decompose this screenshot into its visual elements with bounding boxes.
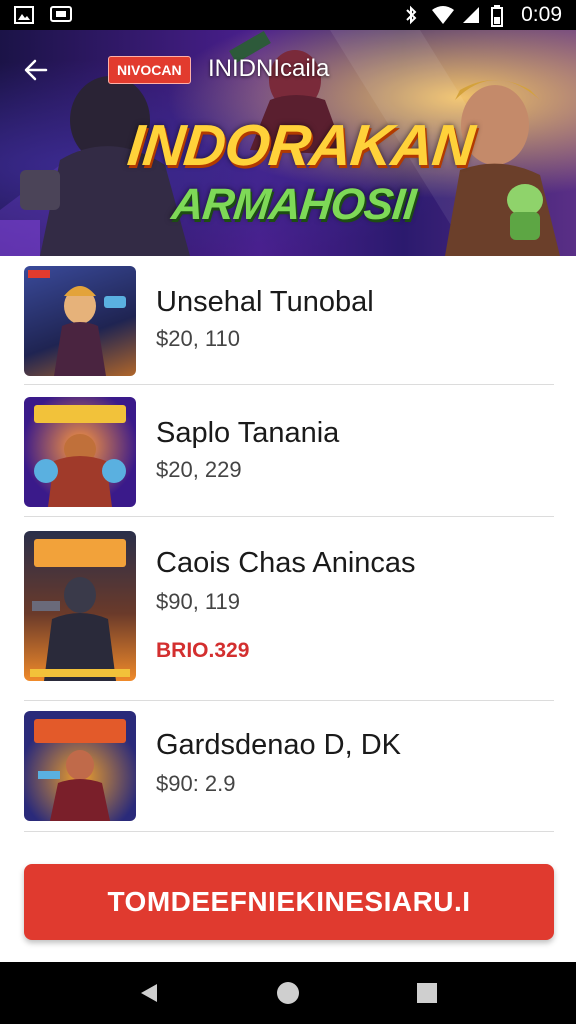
status-bar: 0:09 bbox=[0, 0, 576, 30]
item-price: $20, 110 bbox=[156, 326, 241, 351]
item-price: $20, 229 bbox=[156, 457, 242, 482]
hero-banner: NIVOCAN INIDNIcaila INDORAKAN ARMAHOSII bbox=[0, 30, 576, 256]
navigation-bar bbox=[0, 962, 576, 1024]
item-thumbnail bbox=[24, 266, 136, 376]
gallery-icon bbox=[14, 5, 34, 25]
nav-home-button[interactable] bbox=[268, 973, 308, 1013]
home-circle-icon bbox=[276, 982, 299, 1004]
list-item[interactable]: Caois Chas Anincas $90, 119 BRIO.329 bbox=[24, 517, 554, 701]
nav-recents-button[interactable] bbox=[407, 973, 447, 1013]
status-time: 0:09 bbox=[521, 3, 562, 26]
battery-icon bbox=[491, 5, 511, 27]
item-name: Unsehal Tunobal bbox=[156, 286, 374, 318]
banner-tag: NIVOCAN bbox=[108, 56, 191, 84]
cellular-icon bbox=[461, 5, 481, 25]
list-item[interactable]: Gardsdenao D, DK $90: 2.9 bbox=[24, 701, 554, 832]
list-item[interactable]: Unsehal Tunobal $20, 110 bbox=[24, 256, 554, 385]
primary-action-button[interactable]: TOMDEEFNIEKINESIARU.I bbox=[24, 864, 554, 940]
back-triangle-icon bbox=[141, 984, 158, 1002]
item-name: Saplo Tanania bbox=[156, 417, 340, 449]
item-thumbnail bbox=[24, 711, 136, 821]
item-thumbnail bbox=[24, 397, 136, 507]
bluetooth-icon bbox=[401, 5, 421, 25]
item-thumbnail bbox=[24, 531, 136, 681]
banner-title: INDORAKAN bbox=[124, 113, 477, 178]
item-price: $90, 119 bbox=[156, 589, 241, 614]
arrow-left-icon bbox=[24, 59, 48, 81]
nav-back-button[interactable] bbox=[129, 973, 169, 1013]
item-sale-price: BRIO.329 bbox=[156, 639, 250, 662]
wifi-icon bbox=[431, 5, 455, 25]
back-button[interactable] bbox=[20, 54, 52, 86]
item-price: $90: 2.9 bbox=[156, 771, 236, 796]
banner-subtitle: INIDNIcaila bbox=[208, 55, 330, 82]
message-icon bbox=[50, 5, 72, 25]
recents-square-icon bbox=[416, 983, 437, 1003]
item-name: Caois Chas Anincas bbox=[156, 547, 416, 579]
list-item[interactable]: Saplo Tanania $20, 229 bbox=[24, 385, 554, 517]
item-name: Gardsdenao D, DK bbox=[156, 729, 402, 761]
banner-title-secondary: ARMAHOSII bbox=[169, 180, 418, 229]
